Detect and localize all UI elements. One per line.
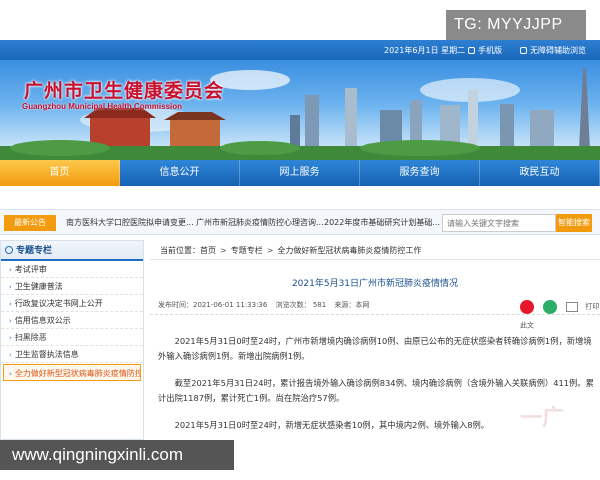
breadcrumb-separator: > [266,246,274,255]
search-input[interactable] [442,214,556,232]
share-tools: 打印此文 [520,296,600,334]
breadcrumb-prefix: 当前位置： [160,246,200,255]
accessibility-link[interactable]: 无障碍辅助浏览 [520,45,586,56]
circle-icon [5,246,13,254]
mobile-version-link[interactable]: 手机版 [468,45,502,56]
sidebar-item-review[interactable]: › 行政复议决定书网上公开 [1,295,143,312]
main-nav: 首页 信息公开 网上服务 服务查询 政民互动 [0,160,600,186]
article-title: 2021年5月31日广州市新冠肺炎疫情情况 [291,279,459,289]
breadcrumb: 当前位置：首页 > 专题专栏 > 全力做好新型冠状病毒肺炎疫情防控工作 [150,240,600,260]
phone-icon [468,47,475,54]
notice-bar: 最新公告 南方医科大学口腔医院拟申请变更... 广州市新冠肺炎疫情防控心理咨询.… [0,209,600,235]
arrow-right-icon: › [9,370,12,378]
nav-online-services[interactable]: 网上服务 [240,160,360,186]
watermark-top: TG: MYYJJPP [446,10,586,40]
notice-item[interactable]: 南方医科大学口腔医院拟申请变更... [66,217,194,228]
notice-label: 最新公告 [4,215,56,231]
publish-time: 发布时间：2021-06-01 11:33:36 [158,301,268,309]
nav-interaction[interactable]: 政民互动 [480,160,600,186]
breadcrumb-covid[interactable]: 全力做好新型冠状病毒肺炎疫情防控工作 [277,246,421,255]
watermark-bottom: www.qingningxinli.com [0,440,234,470]
sidebar-item-label: 考试评审 [14,265,47,274]
sidebar-item-law[interactable]: › 卫生健康普法 [1,278,143,295]
current-date: 2021年6月1日 星期二 [384,46,466,55]
sidebar-item-label: 卫生健康普法 [14,282,63,291]
nav-service-query[interactable]: 服务查询 [360,160,480,186]
arrow-right-icon: › [9,266,12,274]
article-paragraph: 2021年5月31日0时至24时，广州市新增境内确诊病例10例、由原已公布的无症… [158,336,592,361]
accessibility-icon [520,47,527,54]
breadcrumb-topics[interactable]: 专题专栏 [231,246,263,255]
site-title: 广州市卫生健康委员会 [24,80,225,102]
breadcrumb-separator: > [220,246,227,255]
article-source: 来源：本网 [334,301,370,309]
breadcrumb-home[interactable]: 首页 [200,246,216,255]
sidebar-item-anticrime[interactable]: › 扫黑除恶 [1,329,143,346]
notice-item[interactable]: 2022年度市基础研究计划基础... [324,217,440,228]
sidebar-item-credit[interactable]: › 信用信息双公示 [1,312,143,329]
sidebar-item-exams[interactable]: › 考试评审 [1,261,143,278]
arrow-right-icon: › [9,334,12,342]
weibo-share-icon[interactable] [520,299,534,314]
meta-divider [150,314,600,315]
search-button[interactable]: 智能搜索 [556,214,592,232]
view-count: 浏览次数： 581 [275,301,327,309]
sidebar-title: 专题专栏 [16,246,53,256]
sidebar-item-label: 卫生监督执法信息 [14,350,79,359]
site-subtitle: Guangzhou Municipal Health Commission [22,102,183,111]
print-icon[interactable] [566,301,579,312]
sidebar: 专题专栏 › 考试评审 › 卫生健康普法 › 行政复议决定书网上公开 › 信用信息双公示… [0,240,144,440]
nav-home[interactable]: 首页 [0,160,120,186]
wechat-share-icon[interactable] [543,299,558,314]
sidebar-item-covid[interactable]: ›全力做好新型冠状病毒肺炎疫情防控工作 [3,364,141,381]
site-banner: 广州市卫生健康委员会 Guangzhou Municipal Health Co… [0,60,600,160]
top-bar: 2021年6月1日 星期二 手机版 无障碍辅助浏览 [0,40,600,60]
article-meta: 发布时间：2021-06-01 11:33:36 浏览次数： 581 来源：本网 [158,300,375,310]
arrow-right-icon: › [9,351,12,359]
sidebar-header: 专题专栏 [1,241,143,261]
notice-item[interactable]: 广州市新冠肺炎疫情防控心理咨询... [196,217,324,228]
sidebar-item-label: 信用信息双公示 [14,316,71,325]
watermark-faint: 一广 [520,406,565,431]
arrow-right-icon: › [9,283,12,291]
mobile-version-label: 手机版 [478,46,502,55]
sidebar-item-supervision[interactable]: › 卫生监督执法信息 [1,346,143,363]
nav-info-disclosure[interactable]: 信息公开 [120,160,240,186]
sidebar-item-label: 全力做好新型冠状病毒肺炎疫情防控工作 [14,369,140,378]
sidebar-item-label: 扫黑除恶 [14,333,47,342]
arrow-right-icon: › [9,300,12,308]
sidebar-item-label: 行政复议决定书网上公开 [14,299,103,308]
accessibility-label: 无障碍辅助浏览 [530,46,586,55]
arrow-right-icon: › [9,317,12,325]
